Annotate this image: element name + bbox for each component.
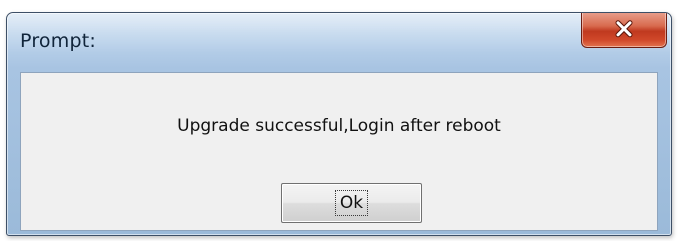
dialog-title: Prompt: (20, 30, 96, 52)
prompt-dialog: Prompt: Upgrade successful,Login after r… (6, 12, 672, 236)
dialog-body: Upgrade successful,Login after reboot Ok (20, 72, 658, 231)
close-icon (615, 19, 633, 37)
ok-button-label: Ok (334, 190, 369, 216)
dialog-message: Upgrade successful,Login after reboot (177, 116, 501, 136)
close-button[interactable] (581, 13, 667, 48)
ok-button[interactable]: Ok (281, 183, 422, 223)
title-bar[interactable]: Prompt: (7, 13, 671, 69)
